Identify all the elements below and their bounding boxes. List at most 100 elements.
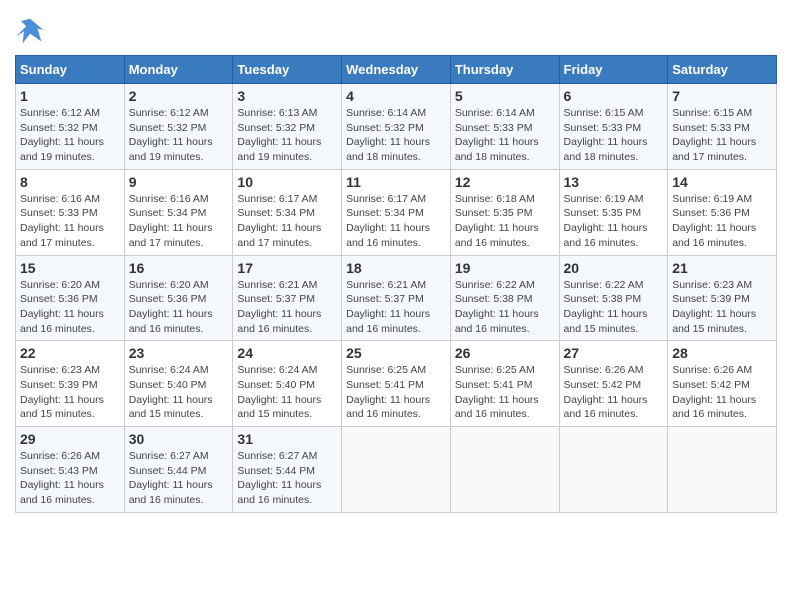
calendar-day-cell: 3 Sunrise: 6:13 AM Sunset: 5:32 PM Dayli… xyxy=(233,84,342,170)
day-number: 23 xyxy=(129,345,229,361)
day-number: 27 xyxy=(564,345,664,361)
day-info: Sunrise: 6:17 AM Sunset: 5:34 PM Dayligh… xyxy=(346,192,446,251)
day-number: 28 xyxy=(672,345,772,361)
day-info: Sunrise: 6:13 AM Sunset: 5:32 PM Dayligh… xyxy=(237,106,337,165)
calendar-day-cell: 9 Sunrise: 6:16 AM Sunset: 5:34 PM Dayli… xyxy=(124,169,233,255)
calendar-day-header: Sunday xyxy=(16,56,125,84)
day-number: 8 xyxy=(20,174,120,190)
logo xyxy=(15,15,49,45)
day-number: 30 xyxy=(129,431,229,447)
day-number: 1 xyxy=(20,88,120,104)
calendar-day-cell: 7 Sunrise: 6:15 AM Sunset: 5:33 PM Dayli… xyxy=(668,84,777,170)
day-number: 10 xyxy=(237,174,337,190)
day-number: 22 xyxy=(20,345,120,361)
day-number: 7 xyxy=(672,88,772,104)
calendar-day-header: Monday xyxy=(124,56,233,84)
day-number: 24 xyxy=(237,345,337,361)
calendar-day-cell: 26 Sunrise: 6:25 AM Sunset: 5:41 PM Dayl… xyxy=(450,341,559,427)
calendar-day-cell: 15 Sunrise: 6:20 AM Sunset: 5:36 PM Dayl… xyxy=(16,255,125,341)
day-number: 3 xyxy=(237,88,337,104)
day-info: Sunrise: 6:14 AM Sunset: 5:33 PM Dayligh… xyxy=(455,106,555,165)
day-number: 12 xyxy=(455,174,555,190)
day-info: Sunrise: 6:16 AM Sunset: 5:33 PM Dayligh… xyxy=(20,192,120,251)
calendar-day-header: Friday xyxy=(559,56,668,84)
calendar-day-cell: 31 Sunrise: 6:27 AM Sunset: 5:44 PM Dayl… xyxy=(233,427,342,513)
calendar-day-cell: 29 Sunrise: 6:26 AM Sunset: 5:43 PM Dayl… xyxy=(16,427,125,513)
calendar-day-header: Thursday xyxy=(450,56,559,84)
day-info: Sunrise: 6:20 AM Sunset: 5:36 PM Dayligh… xyxy=(20,278,120,337)
calendar-day-cell: 18 Sunrise: 6:21 AM Sunset: 5:37 PM Dayl… xyxy=(342,255,451,341)
calendar-day-cell xyxy=(450,427,559,513)
day-number: 18 xyxy=(346,260,446,276)
calendar-day-header: Tuesday xyxy=(233,56,342,84)
day-info: Sunrise: 6:19 AM Sunset: 5:35 PM Dayligh… xyxy=(564,192,664,251)
calendar-day-cell: 28 Sunrise: 6:26 AM Sunset: 5:42 PM Dayl… xyxy=(668,341,777,427)
day-info: Sunrise: 6:23 AM Sunset: 5:39 PM Dayligh… xyxy=(672,278,772,337)
day-number: 15 xyxy=(20,260,120,276)
calendar-day-cell xyxy=(668,427,777,513)
day-number: 16 xyxy=(129,260,229,276)
calendar-day-cell: 21 Sunrise: 6:23 AM Sunset: 5:39 PM Dayl… xyxy=(668,255,777,341)
day-info: Sunrise: 6:22 AM Sunset: 5:38 PM Dayligh… xyxy=(564,278,664,337)
day-number: 6 xyxy=(564,88,664,104)
calendar-day-cell: 16 Sunrise: 6:20 AM Sunset: 5:36 PM Dayl… xyxy=(124,255,233,341)
day-number: 13 xyxy=(564,174,664,190)
calendar-day-cell xyxy=(342,427,451,513)
day-number: 2 xyxy=(129,88,229,104)
day-number: 25 xyxy=(346,345,446,361)
day-info: Sunrise: 6:12 AM Sunset: 5:32 PM Dayligh… xyxy=(129,106,229,165)
calendar-day-cell: 17 Sunrise: 6:21 AM Sunset: 5:37 PM Dayl… xyxy=(233,255,342,341)
calendar-day-cell: 27 Sunrise: 6:26 AM Sunset: 5:42 PM Dayl… xyxy=(559,341,668,427)
day-number: 20 xyxy=(564,260,664,276)
day-info: Sunrise: 6:25 AM Sunset: 5:41 PM Dayligh… xyxy=(455,363,555,422)
calendar-day-cell: 25 Sunrise: 6:25 AM Sunset: 5:41 PM Dayl… xyxy=(342,341,451,427)
calendar-week-row: 15 Sunrise: 6:20 AM Sunset: 5:36 PM Dayl… xyxy=(16,255,777,341)
day-info: Sunrise: 6:27 AM Sunset: 5:44 PM Dayligh… xyxy=(129,449,229,508)
day-info: Sunrise: 6:23 AM Sunset: 5:39 PM Dayligh… xyxy=(20,363,120,422)
calendar-day-cell: 30 Sunrise: 6:27 AM Sunset: 5:44 PM Dayl… xyxy=(124,427,233,513)
calendar-day-cell: 20 Sunrise: 6:22 AM Sunset: 5:38 PM Dayl… xyxy=(559,255,668,341)
calendar-day-cell: 8 Sunrise: 6:16 AM Sunset: 5:33 PM Dayli… xyxy=(16,169,125,255)
calendar-day-cell: 14 Sunrise: 6:19 AM Sunset: 5:36 PM Dayl… xyxy=(668,169,777,255)
day-info: Sunrise: 6:15 AM Sunset: 5:33 PM Dayligh… xyxy=(564,106,664,165)
day-info: Sunrise: 6:25 AM Sunset: 5:41 PM Dayligh… xyxy=(346,363,446,422)
day-number: 31 xyxy=(237,431,337,447)
day-info: Sunrise: 6:16 AM Sunset: 5:34 PM Dayligh… xyxy=(129,192,229,251)
calendar-day-cell: 4 Sunrise: 6:14 AM Sunset: 5:32 PM Dayli… xyxy=(342,84,451,170)
calendar-week-row: 22 Sunrise: 6:23 AM Sunset: 5:39 PM Dayl… xyxy=(16,341,777,427)
day-info: Sunrise: 6:26 AM Sunset: 5:42 PM Dayligh… xyxy=(672,363,772,422)
day-number: 17 xyxy=(237,260,337,276)
calendar-day-cell: 19 Sunrise: 6:22 AM Sunset: 5:38 PM Dayl… xyxy=(450,255,559,341)
day-number: 14 xyxy=(672,174,772,190)
logo-icon xyxy=(15,15,45,45)
day-info: Sunrise: 6:26 AM Sunset: 5:42 PM Dayligh… xyxy=(564,363,664,422)
day-number: 29 xyxy=(20,431,120,447)
day-number: 4 xyxy=(346,88,446,104)
calendar-week-row: 29 Sunrise: 6:26 AM Sunset: 5:43 PM Dayl… xyxy=(16,427,777,513)
day-info: Sunrise: 6:14 AM Sunset: 5:32 PM Dayligh… xyxy=(346,106,446,165)
day-info: Sunrise: 6:21 AM Sunset: 5:37 PM Dayligh… xyxy=(346,278,446,337)
calendar-day-cell: 24 Sunrise: 6:24 AM Sunset: 5:40 PM Dayl… xyxy=(233,341,342,427)
calendar-day-cell: 6 Sunrise: 6:15 AM Sunset: 5:33 PM Dayli… xyxy=(559,84,668,170)
day-info: Sunrise: 6:27 AM Sunset: 5:44 PM Dayligh… xyxy=(237,449,337,508)
day-info: Sunrise: 6:20 AM Sunset: 5:36 PM Dayligh… xyxy=(129,278,229,337)
calendar-day-cell: 23 Sunrise: 6:24 AM Sunset: 5:40 PM Dayl… xyxy=(124,341,233,427)
day-info: Sunrise: 6:15 AM Sunset: 5:33 PM Dayligh… xyxy=(672,106,772,165)
calendar-day-cell: 5 Sunrise: 6:14 AM Sunset: 5:33 PM Dayli… xyxy=(450,84,559,170)
day-number: 9 xyxy=(129,174,229,190)
calendar-day-cell: 22 Sunrise: 6:23 AM Sunset: 5:39 PM Dayl… xyxy=(16,341,125,427)
day-number: 11 xyxy=(346,174,446,190)
day-info: Sunrise: 6:26 AM Sunset: 5:43 PM Dayligh… xyxy=(20,449,120,508)
day-info: Sunrise: 6:18 AM Sunset: 5:35 PM Dayligh… xyxy=(455,192,555,251)
calendar-day-cell xyxy=(559,427,668,513)
day-info: Sunrise: 6:17 AM Sunset: 5:34 PM Dayligh… xyxy=(237,192,337,251)
calendar-day-cell: 11 Sunrise: 6:17 AM Sunset: 5:34 PM Dayl… xyxy=(342,169,451,255)
calendar-header-row: SundayMondayTuesdayWednesdayThursdayFrid… xyxy=(16,56,777,84)
calendar-day-cell: 13 Sunrise: 6:19 AM Sunset: 5:35 PM Dayl… xyxy=(559,169,668,255)
day-info: Sunrise: 6:24 AM Sunset: 5:40 PM Dayligh… xyxy=(129,363,229,422)
page-header xyxy=(15,15,777,45)
calendar-week-row: 8 Sunrise: 6:16 AM Sunset: 5:33 PM Dayli… xyxy=(16,169,777,255)
calendar-table: SundayMondayTuesdayWednesdayThursdayFrid… xyxy=(15,55,777,513)
day-info: Sunrise: 6:21 AM Sunset: 5:37 PM Dayligh… xyxy=(237,278,337,337)
calendar-day-cell: 10 Sunrise: 6:17 AM Sunset: 5:34 PM Dayl… xyxy=(233,169,342,255)
